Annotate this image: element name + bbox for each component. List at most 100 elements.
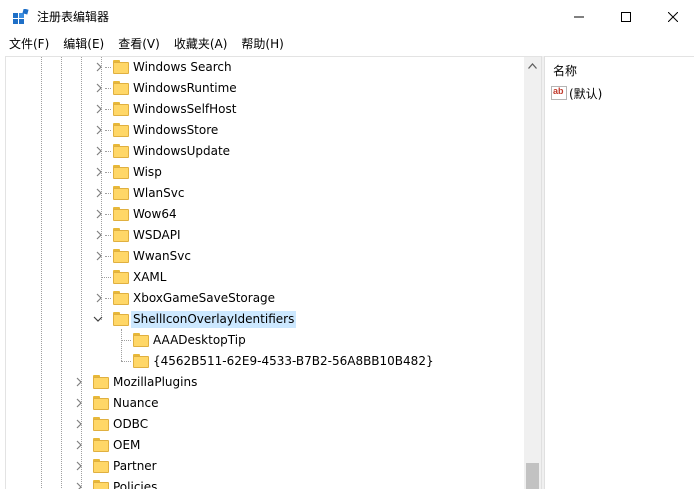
tree-node-label[interactable]: MozillaPlugins	[111, 374, 199, 391]
tree-node-label[interactable]: {4562B511-62E9-4533-B7B2-56A8BB10B482}	[151, 353, 436, 370]
tree-node-label[interactable]: AAADesktopTip	[151, 332, 248, 349]
tree-node-label[interactable]: ShellIconOverlayIdentifiers	[131, 311, 297, 328]
tree-node[interactable]: OEM	[6, 435, 526, 456]
folder-icon	[93, 480, 109, 489]
maximize-button[interactable]	[603, 0, 649, 33]
folder-icon	[113, 81, 129, 95]
title-bar: 注册表编辑器	[0, 0, 694, 33]
tree-node-label[interactable]: WindowsStore	[131, 122, 220, 139]
tree-node-label[interactable]: WindowsUpdate	[131, 143, 232, 160]
tree-connector	[105, 172, 111, 173]
tree-node[interactable]: Partner	[6, 456, 526, 477]
tree-node[interactable]: XboxGameSaveStorage	[6, 288, 526, 309]
tree-node-label[interactable]: Windows Search	[131, 59, 234, 76]
tree-node[interactable]: Nuance	[6, 393, 526, 414]
tree-node[interactable]: WwanSvc	[6, 246, 526, 267]
chevron-right-icon[interactable]	[94, 83, 104, 93]
tree-node-label[interactable]: Policies	[111, 479, 159, 489]
chevron-down-icon[interactable]	[93, 314, 103, 324]
chevron-right-icon[interactable]	[74, 419, 84, 429]
tree-node[interactable]: MozillaPlugins	[6, 372, 526, 393]
tree-scrollbar[interactable]	[524, 57, 541, 489]
chevron-right-icon[interactable]	[94, 62, 104, 72]
tree-node[interactable]: WindowsSelfHost	[6, 99, 526, 120]
menu-edit[interactable]: 编辑(E)	[56, 33, 111, 55]
tree-node[interactable]: XAML	[6, 267, 526, 288]
tree-connector	[105, 151, 111, 152]
chevron-right-icon[interactable]	[94, 146, 104, 156]
tree-node-selected[interactable]: ShellIconOverlayIdentifiers	[6, 309, 526, 330]
maximize-icon	[621, 11, 631, 22]
tree-connector	[105, 214, 111, 215]
chevron-right-icon[interactable]	[94, 104, 104, 114]
chevron-right-icon[interactable]	[74, 461, 84, 471]
folder-icon	[113, 165, 129, 179]
folder-icon	[113, 186, 129, 200]
tree-node-label[interactable]: WindowsRuntime	[131, 80, 239, 97]
minimize-icon	[574, 16, 584, 17]
chevron-right-icon[interactable]	[94, 251, 104, 261]
value-row[interactable]: ab (默认)	[551, 84, 602, 102]
column-header-name[interactable]: 名称	[553, 62, 577, 79]
values-list[interactable]: 名称 ab (默认)	[545, 56, 694, 489]
tree-node-label[interactable]: WwanSvc	[131, 248, 193, 265]
menu-help[interactable]: 帮助(H)	[234, 33, 290, 55]
chevron-right-icon[interactable]	[74, 377, 84, 387]
scroll-up-button[interactable]	[524, 57, 541, 74]
chevron-right-icon[interactable]	[94, 209, 104, 219]
chevron-right-icon[interactable]	[94, 167, 104, 177]
tree-node-label[interactable]: Wow64	[131, 206, 179, 223]
chevron-right-icon[interactable]	[74, 482, 84, 489]
chevron-right-icon[interactable]	[74, 398, 84, 408]
chevron-right-icon[interactable]	[94, 125, 104, 135]
chevron-right-icon[interactable]	[74, 440, 84, 450]
folder-icon	[93, 396, 109, 410]
chevron-right-icon[interactable]	[94, 188, 104, 198]
tree-node-label[interactable]: WSDAPI	[131, 227, 183, 244]
close-button[interactable]	[650, 0, 694, 33]
tree-node[interactable]: WSDAPI	[6, 225, 526, 246]
minimize-button[interactable]	[556, 0, 602, 33]
scroll-thumb[interactable]	[526, 463, 539, 489]
tree-node-label[interactable]: ODBC	[111, 416, 150, 433]
string-value-icon: ab	[551, 86, 567, 100]
tree-connector	[121, 361, 131, 362]
tree-node-label[interactable]: WlanSvc	[131, 185, 186, 202]
tree-node[interactable]: WindowsUpdate	[6, 141, 526, 162]
folder-icon	[113, 270, 129, 284]
chevron-right-icon[interactable]	[94, 230, 104, 240]
tree-node[interactable]: AAADesktopTip	[6, 330, 526, 351]
folder-icon	[93, 417, 109, 431]
tree-node[interactable]: WindowsRuntime	[6, 78, 526, 99]
folder-icon	[113, 291, 129, 305]
menu-view[interactable]: 查看(V)	[111, 33, 167, 55]
tree-node[interactable]: WindowsStore	[6, 120, 526, 141]
tree-connector	[105, 109, 111, 110]
tree-node-label[interactable]: XboxGameSaveStorage	[131, 290, 277, 307]
tree-node[interactable]: Windows Search	[6, 57, 526, 78]
folder-icon	[113, 60, 129, 74]
folder-icon	[113, 123, 129, 137]
folder-icon	[113, 207, 129, 221]
tree-node-label[interactable]: XAML	[131, 269, 168, 286]
tree-node[interactable]: ODBC	[6, 414, 526, 435]
tree-node[interactable]: Policies	[6, 477, 526, 489]
tree-connector	[105, 298, 111, 299]
menu-file[interactable]: 文件(F)	[0, 33, 56, 55]
tree-node-label[interactable]: Wisp	[131, 164, 164, 181]
tree-node[interactable]: WlanSvc	[6, 183, 526, 204]
tree-node-label[interactable]: OEM	[111, 437, 142, 454]
chevron-right-icon[interactable]	[94, 293, 104, 303]
folder-icon	[133, 354, 149, 368]
tree-node[interactable]: Wisp	[6, 162, 526, 183]
tree-node-label[interactable]: WindowsSelfHost	[131, 101, 238, 118]
folder-icon	[113, 249, 129, 263]
tree-node-label[interactable]: Nuance	[111, 395, 161, 412]
folder-icon	[93, 375, 109, 389]
registry-tree[interactable]: Windows Search WindowsRuntime WindowsSel…	[5, 56, 541, 489]
folder-icon	[113, 312, 129, 326]
menu-favorites[interactable]: 收藏夹(A)	[167, 33, 235, 55]
tree-node[interactable]: Wow64	[6, 204, 526, 225]
tree-node-label[interactable]: Partner	[111, 458, 159, 475]
tree-node[interactable]: {4562B511-62E9-4533-B7B2-56A8BB10B482}	[6, 351, 526, 372]
